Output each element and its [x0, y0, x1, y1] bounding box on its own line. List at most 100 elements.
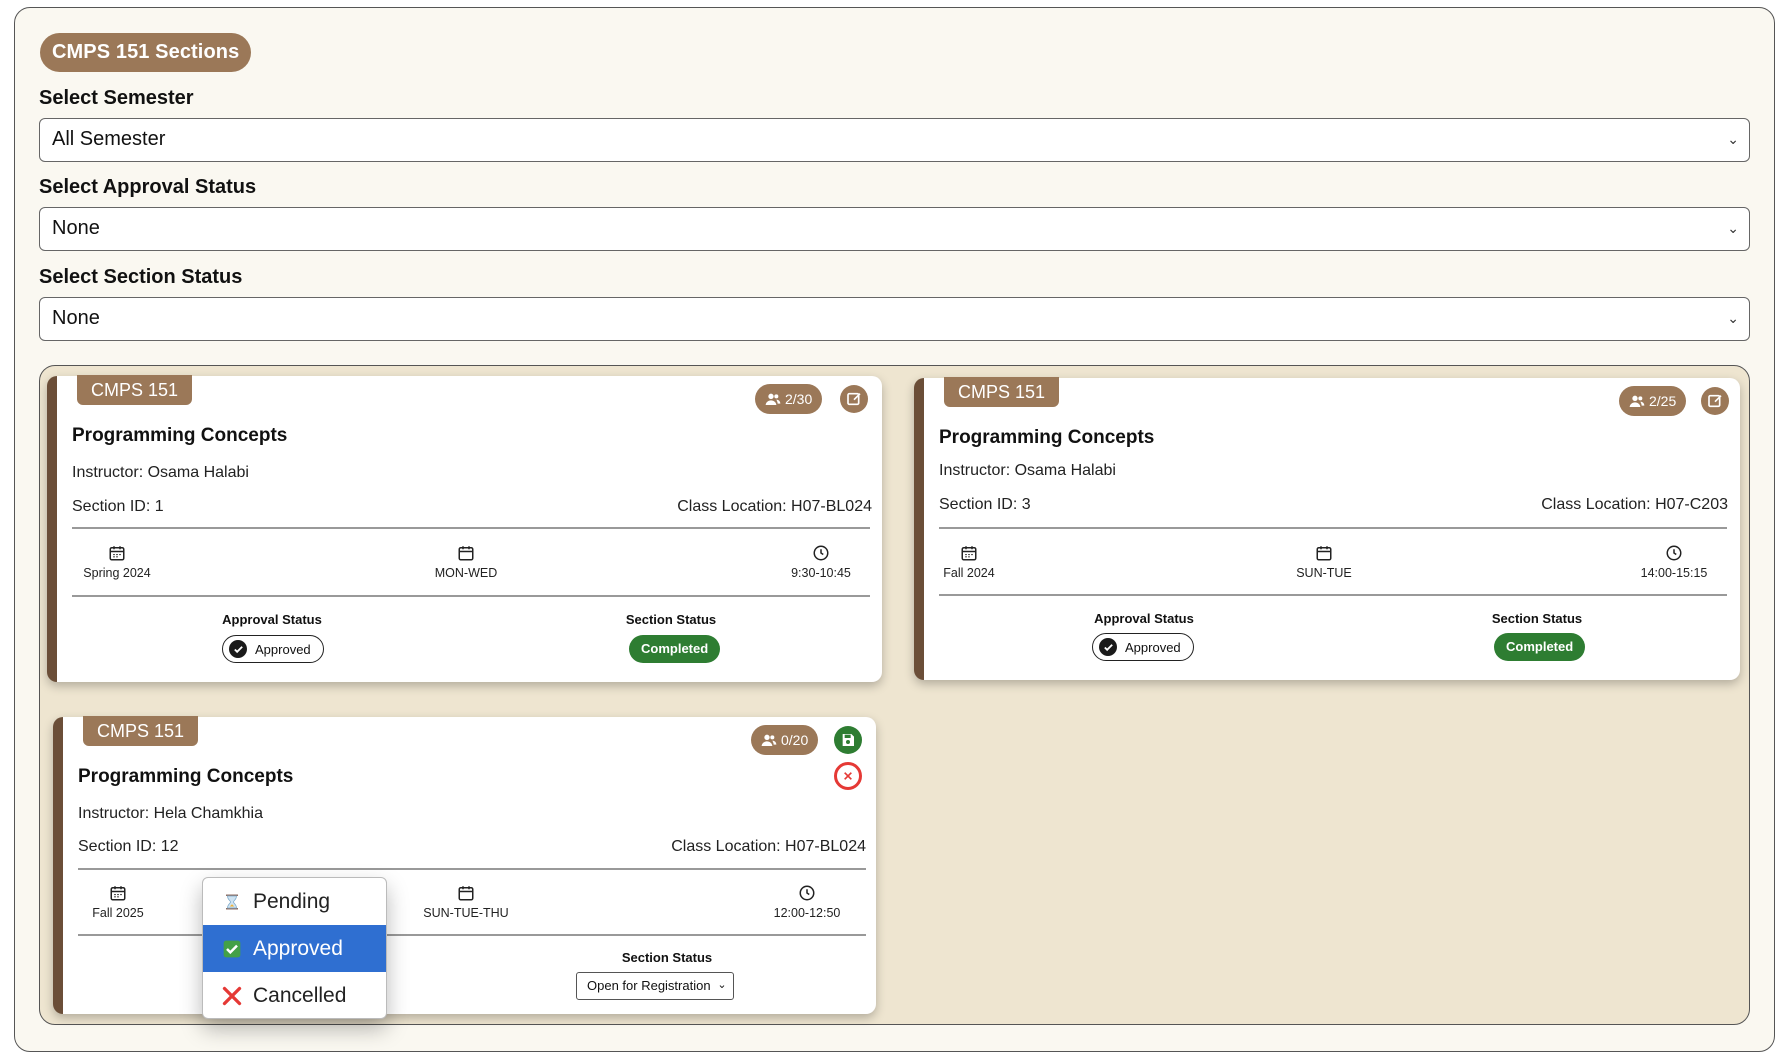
section-card-editing: CMPS 151 0/20 Programming Concepts Instr… — [53, 716, 876, 1014]
semester-select[interactable]: All Semester ⌄ — [39, 118, 1750, 162]
section-status-select-value: None — [52, 307, 100, 329]
section-status-heading: Section Status — [625, 612, 717, 627]
approval-select-value: None — [52, 217, 100, 239]
check-circle-icon — [1099, 638, 1117, 656]
calendar-icon — [110, 886, 126, 901]
save-icon — [842, 734, 854, 746]
option-cancelled[interactable]: Cancelled — [203, 972, 386, 1018]
page-title: CMPS 151 Sections — [40, 33, 252, 72]
days-meta: SUN-TUE-THU — [416, 884, 516, 920]
calendar-icon — [109, 546, 125, 561]
edit-icon — [847, 392, 861, 406]
divider — [939, 527, 1727, 529]
calendar-icon — [1316, 546, 1332, 561]
time-text: 14:00-15:15 — [1640, 566, 1708, 580]
section-card: CMPS 151 2/30 Programming Concepts Instr… — [47, 375, 882, 682]
option-label: Approved — [253, 936, 343, 960]
approval-text: Approved — [1125, 639, 1181, 655]
days-text: SUN-TUE — [1296, 566, 1352, 580]
course-code-tab: CMPS 151 — [944, 377, 1060, 407]
cross-mark-icon — [221, 985, 243, 1007]
days-text: MON-WED — [434, 566, 498, 580]
check-box-icon — [221, 938, 243, 960]
calendar-icon — [458, 546, 474, 561]
semester-label: Select Semester — [39, 87, 194, 109]
time-text: 12:00-12:50 — [773, 906, 841, 920]
enrollment-count: 0/20 — [781, 732, 809, 748]
option-label: Cancelled — [253, 983, 347, 1007]
section-id: Section ID: 3 — [939, 496, 1031, 513]
chevron-down-icon: ⌄ — [1727, 220, 1739, 236]
hourglass-icon — [221, 891, 243, 913]
clock-icon — [799, 885, 815, 901]
time-meta: 9:30-10:45 — [776, 544, 866, 580]
enrollment-count: 2/30 — [785, 391, 813, 407]
course-code-tab: CMPS 151 — [83, 716, 199, 746]
cancel-button[interactable] — [834, 762, 862, 790]
days-text: SUN-TUE-THU — [423, 906, 509, 920]
section-status-badge: Completed — [1494, 633, 1586, 661]
section-status-heading: Section Status — [621, 950, 713, 965]
edit-button[interactable] — [1701, 387, 1729, 415]
users-icon — [1629, 395, 1645, 407]
users-icon — [765, 393, 781, 405]
course-code-tab: CMPS 151 — [77, 375, 193, 405]
clock-icon — [813, 545, 829, 561]
semester-meta: Spring 2024 — [72, 544, 162, 580]
section-status-badge: Completed — [629, 635, 721, 663]
approval-status-badge: Approved — [222, 635, 324, 663]
approval-status-heading: Approval Status — [222, 612, 322, 627]
approval-label: Select Approval Status — [39, 176, 257, 198]
chevron-down-icon: ⌄ — [1727, 310, 1739, 326]
save-button[interactable] — [834, 726, 862, 754]
course-title: Programming Concepts — [939, 427, 1155, 448]
divider — [72, 527, 870, 529]
calendar-icon — [961, 546, 977, 561]
edit-icon — [1708, 394, 1722, 408]
divider — [78, 868, 866, 870]
semester-text: Spring 2024 — [83, 566, 151, 580]
section-id: Section ID: 1 — [72, 498, 164, 515]
approval-status-dropdown: Pending Approved Cancelled — [202, 877, 387, 1019]
check-circle-icon — [229, 640, 247, 658]
section-status-heading: Section Status — [1491, 611, 1583, 626]
enrollment-badge: 2/30 — [755, 384, 823, 414]
days-meta: SUN-TUE — [1284, 544, 1364, 580]
approval-text: Approved — [255, 641, 311, 657]
semester-meta: Fall 2025 — [88, 884, 148, 920]
semester-select-value: All Semester — [52, 128, 166, 150]
section-id: Section ID: 12 — [78, 838, 179, 855]
chevron-down-icon: ⌄ — [1727, 131, 1739, 147]
class-location: Class Location: H07-BL024 — [671, 838, 866, 855]
instructor: Instructor: Hela Chamkhia — [78, 805, 263, 822]
course-title: Programming Concepts — [72, 425, 288, 446]
semester-text: Fall 2025 — [92, 906, 144, 920]
edit-button[interactable] — [840, 385, 868, 413]
option-pending[interactable]: Pending — [203, 878, 386, 925]
enrollment-badge: 2/25 — [1619, 386, 1687, 416]
enrollment-badge: 0/20 — [751, 725, 819, 755]
section-card: CMPS 151 2/25 Programming Concepts Instr… — [914, 377, 1740, 680]
option-approved[interactable]: Approved — [203, 925, 386, 972]
time-text: 9:30-10:45 — [791, 566, 851, 580]
divider — [78, 934, 866, 936]
approval-status-badge: Approved — [1092, 633, 1194, 661]
approval-status-heading: Approval Status — [1094, 611, 1194, 626]
class-location: Class Location: H07-C203 — [1541, 496, 1728, 513]
approval-select[interactable]: None ⌄ — [39, 207, 1750, 251]
instructor: Instructor: Osama Halabi — [939, 462, 1116, 479]
calendar-icon — [458, 886, 474, 901]
time-meta: 14:00-15:15 — [1634, 544, 1714, 580]
section-status-select[interactable]: None ⌄ — [39, 297, 1750, 341]
section-status-value: Open for Registration — [587, 978, 711, 993]
course-title: Programming Concepts — [78, 766, 294, 787]
instructor: Instructor: Osama Halabi — [72, 464, 249, 481]
section-status-select[interactable]: Open for Registration ⌄ — [576, 972, 734, 1000]
section-status-label: Select Section Status — [39, 266, 243, 288]
semester-meta: Fall 2024 — [939, 544, 999, 580]
users-icon — [761, 734, 777, 746]
time-meta: 12:00-12:50 — [767, 884, 847, 920]
option-label: Pending — [253, 889, 331, 913]
close-icon — [844, 772, 852, 780]
enrollment-count: 2/25 — [1649, 393, 1677, 409]
